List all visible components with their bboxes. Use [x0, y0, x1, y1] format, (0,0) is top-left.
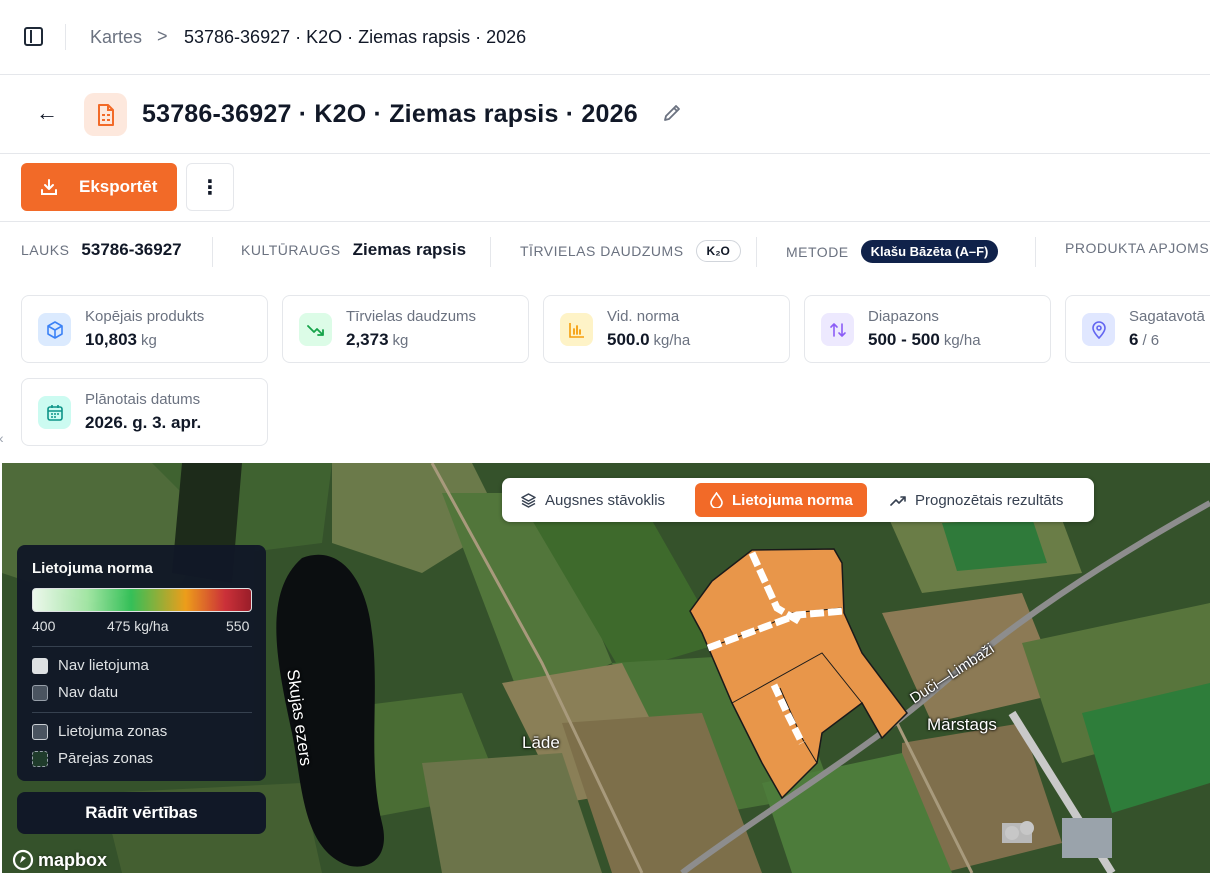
stat-title: Tīrvielas daudzums	[346, 308, 477, 325]
box-icon	[38, 313, 71, 346]
legend-divider	[32, 712, 252, 713]
method-label: METODE	[786, 243, 849, 260]
stat-card-total-product: Kopējais produkts 10,803 kg	[21, 295, 268, 363]
collapse-chevron-icon[interactable]: ‹	[0, 430, 4, 446]
export-button[interactable]: Eksportēt	[21, 163, 177, 211]
crop-label: KULTŪRAUGS	[241, 242, 341, 258]
download-icon	[39, 177, 59, 202]
tab-application-rate[interactable]: Lietojuma norma	[695, 483, 867, 517]
trending-up-icon	[890, 495, 906, 506]
tab-predicted-result[interactable]: Prognozētais rezultāts	[890, 483, 1063, 517]
stat-card-planned-date: Plānotais datums 2026. g. 3. apr.	[21, 378, 268, 446]
stat-title: Vid. norma	[607, 308, 680, 325]
field-value: 53786-36927	[81, 240, 182, 259]
nutrient-label: TĪRVIELAS DAUDZUMS	[520, 243, 684, 259]
stat-value: 500.0 kg/ha	[607, 330, 691, 349]
tab-label: Prognozētais rezultāts	[915, 491, 1064, 509]
export-label: Eksportēt	[79, 177, 158, 196]
droplet-icon	[710, 492, 723, 508]
map-mode-tabs: Augsnes stāvoklis Lietojuma norma Progno…	[502, 478, 1094, 522]
legend-swatch	[32, 684, 48, 701]
tab-soil-state[interactable]: Augsnes stāvoklis	[520, 483, 665, 517]
trending-down-icon	[299, 313, 332, 346]
stat-card-avg-rate: Vid. norma 500.0 kg/ha	[543, 295, 790, 363]
field-info: LAUKS 53786-36927	[21, 240, 182, 260]
legend-gradient	[32, 588, 252, 612]
mapbox-icon	[12, 849, 34, 871]
legend-mid: 475 kg/ha	[107, 618, 169, 634]
stat-title: Diapazons	[868, 308, 939, 325]
field-label: LAUKS	[21, 242, 70, 258]
stat-title: Sagatavotā	[1129, 308, 1205, 325]
bar-chart-icon	[560, 313, 593, 346]
nutrient-info: TĪRVIELAS DAUDZUMS K₂O	[520, 240, 741, 262]
stat-value: 2,373 kg	[346, 330, 409, 349]
topbar-divider	[65, 24, 66, 50]
village-label: Lāde	[522, 733, 560, 752]
info-divider	[490, 237, 491, 267]
action-bar: Eksportēt ⋮	[0, 155, 1210, 222]
legend-title: Lietojuma norma	[32, 560, 153, 577]
legend-item: Lietojuma zonas	[32, 723, 167, 740]
product-label: PRODUKTA APJOMS	[1065, 240, 1210, 256]
map-view[interactable]: Skujas ezers Lāde Mārstags Duči—Limbaži …	[2, 463, 1210, 873]
method-info: METODE Klašu Bāzēta (A–F)	[786, 240, 999, 263]
crop-info: KULTŪRAUGS Ziemas rapsis	[241, 240, 466, 260]
document-icon	[84, 93, 127, 136]
stat-card-nutrient-amount: Tīrvielas daudzums 2,373 kg	[282, 295, 529, 363]
legend-item: Pārejas zonas	[32, 750, 153, 767]
page-header: ← 53786-36927 · K2O · Ziemas rapsis · 20…	[0, 76, 1210, 154]
arrows-up-down-icon	[821, 313, 854, 346]
info-divider	[212, 237, 213, 267]
method-chip: Klašu Bāzēta (A–F)	[860, 240, 999, 263]
legend-swatch	[32, 723, 48, 740]
stat-value: 2026. g. 3. apr.	[85, 413, 202, 432]
breadcrumb-root[interactable]: Kartes	[90, 27, 142, 48]
legend-swatch	[32, 750, 48, 767]
info-divider	[1035, 237, 1036, 267]
legend-item: Nav datu	[32, 684, 118, 701]
crop-value: Ziemas rapsis	[352, 240, 467, 259]
info-divider	[756, 237, 757, 267]
map-legend: Lietojuma norma 400 475 kg/ha 550 Nav li…	[17, 545, 266, 781]
product-info: PRODUKTA APJOMS	[1065, 240, 1209, 256]
stat-value: 6/ 6	[1129, 330, 1160, 349]
legend-min: 400	[32, 618, 56, 634]
legend-item: Nav lietojuma	[32, 657, 149, 674]
town-label: Mārstags	[927, 715, 997, 734]
tab-label: Augsnes stāvoklis	[545, 491, 666, 509]
info-strip: LAUKS 53786-36927 KULTŪRAUGS Ziemas raps…	[0, 223, 1210, 279]
legend-swatch	[32, 657, 48, 674]
layers-icon	[521, 492, 536, 508]
stat-card-prepared: Sagatavotā 6/ 6	[1065, 295, 1210, 363]
tab-label: Lietojuma norma	[732, 491, 853, 509]
stat-title: Kopējais produkts	[85, 308, 205, 325]
back-arrow-icon[interactable]: ←	[36, 102, 58, 124]
stat-title: Plānotais datums	[85, 391, 201, 408]
breadcrumb-chevron-icon: >	[157, 26, 168, 46]
more-options-button[interactable]: ⋮	[186, 163, 234, 211]
sidebar-toggle-icon[interactable]	[24, 27, 43, 46]
stat-value: 500 - 500 kg/ha	[868, 330, 981, 349]
calendar-icon	[38, 396, 71, 429]
mapbox-logo[interactable]: mapbox	[12, 849, 107, 871]
stat-card-range: Diapazons 500 - 500 kg/ha	[804, 295, 1051, 363]
map-pin-icon	[1082, 313, 1115, 346]
stat-value: 10,803 kg	[85, 330, 157, 349]
legend-max: 550	[226, 618, 250, 634]
legend-divider	[32, 646, 252, 647]
page-title: 53786-36927 · K2O · Ziemas rapsis · 2026	[142, 100, 638, 128]
nutrient-chip: K₂O	[695, 240, 741, 262]
pencil-icon[interactable]	[662, 103, 682, 128]
top-bar: Kartes > 53786-36927 · K2O · Ziemas raps…	[0, 0, 1210, 75]
show-values-button[interactable]: Rādīt vērtības	[17, 792, 266, 834]
breadcrumb-current: 53786-36927 · K2O · Ziemas rapsis · 2026	[184, 27, 527, 47]
